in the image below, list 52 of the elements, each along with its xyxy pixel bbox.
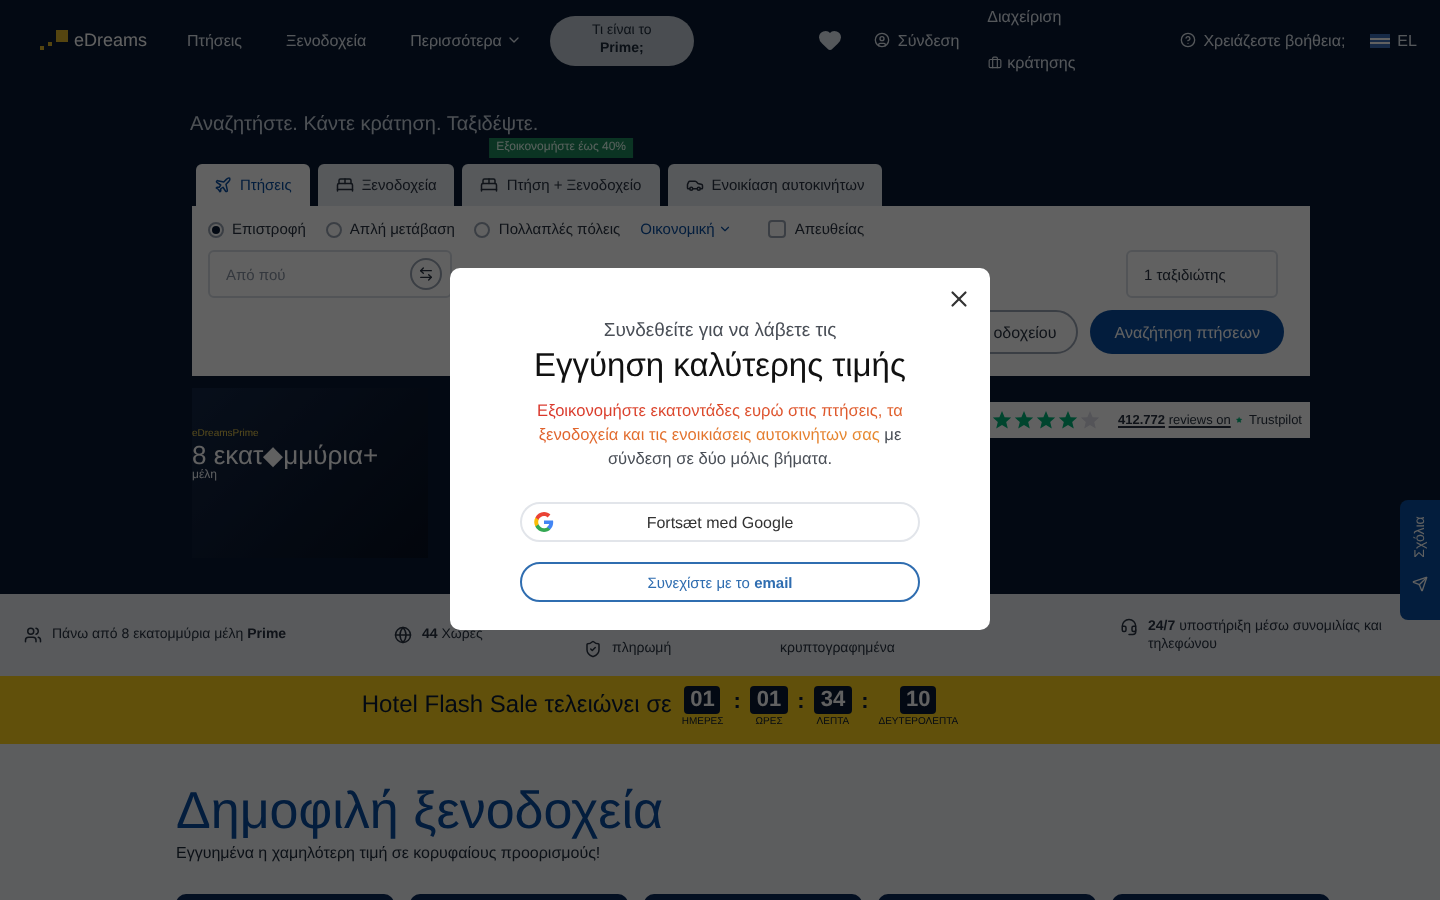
caret-icon: [718, 222, 733, 236]
shield-icon: [584, 640, 602, 658]
modal-title: Εγγύηση καλύτερης τιμής: [534, 348, 906, 386]
manage-link[interactable]: Διαχείριση: [987, 8, 1076, 26]
help-icon: [1179, 32, 1196, 48]
timer-value: 01: [750, 686, 788, 714]
section-title: Δημοφιλή ξενοδοχεία: [176, 780, 666, 842]
close-icon[interactable]: [946, 286, 972, 312]
timer-value: 01: [684, 686, 721, 714]
timer-value: 10: [900, 686, 937, 714]
user-icon: [873, 32, 890, 48]
google-login-button[interactable]: Fortsæt med Google: [520, 502, 920, 542]
star-icon: [1036, 410, 1056, 430]
help-link[interactable]: Χρειάζεστε βοήθεια;: [1179, 31, 1346, 49]
language-selector[interactable]: EL: [1369, 31, 1417, 49]
modal-intro: Συνδεθείτε για να λάβετε τις: [603, 320, 837, 342]
headset-icon: [1120, 617, 1138, 635]
trustpilot-star-icon: [1236, 412, 1243, 428]
star-icon: [992, 410, 1012, 430]
timer-separator: :: [797, 690, 805, 714]
star-icon: [1014, 410, 1034, 430]
star-icon: [1058, 410, 1078, 430]
caret-icon: [505, 32, 522, 48]
swap-icon[interactable]: [410, 258, 442, 290]
modal-description: Εξοικονομήστε εκατοντάδες ευρώ στις πτήσεις, τα ξενοδοχεία και τις ενοικιάσεις αυτοκινήτων σας με σύνδεση σε δύο μόλις βήματα.: [535, 398, 905, 470]
logo-icon: [40, 30, 68, 50]
timer-separator: :: [733, 690, 741, 714]
flash-sale-title: Hotel Flash Sale τελειώνει σε: [361, 690, 672, 718]
login-link[interactable]: Σύνδεση: [873, 31, 960, 49]
section-subtitle: Εγγυημένα η χαμηλότερη τιμή σε κορυφαίους προορισμούς!: [176, 844, 603, 862]
nav-link[interactable]: Πτήσεις: [187, 31, 243, 49]
globe-icon: [394, 626, 412, 644]
bed-icon: [480, 176, 499, 194]
booking-link[interactable]: κράτησης: [987, 54, 1076, 72]
people-icon: [24, 626, 42, 644]
promo-headline: 8 εκατ◆μμύρια+: [192, 440, 381, 470]
nav-link[interactable]: Ξενοδοχεία: [286, 31, 367, 49]
nav-link[interactable]: Περισσότερα: [410, 31, 522, 49]
search-flights-button[interactable]: Αναζήτηση πτήσεων: [1090, 310, 1284, 354]
logo-text: eDreams: [74, 30, 148, 50]
flag-icon: [1369, 33, 1390, 47]
heart-icon[interactable]: [817, 28, 842, 52]
timer-value: 34: [814, 686, 852, 714]
briefcase-icon: [987, 56, 1002, 70]
send-icon: [1412, 575, 1428, 591]
hero-title: Αναζητήστε. Κάντε κράτηση. Ταξιδέψτε.: [190, 114, 539, 136]
plane-icon: [214, 176, 232, 194]
timer-separator: :: [861, 690, 869, 714]
bed-icon: [335, 176, 354, 194]
car-icon: [685, 176, 704, 194]
google-icon: [534, 512, 554, 532]
star-icon: [1080, 410, 1100, 430]
